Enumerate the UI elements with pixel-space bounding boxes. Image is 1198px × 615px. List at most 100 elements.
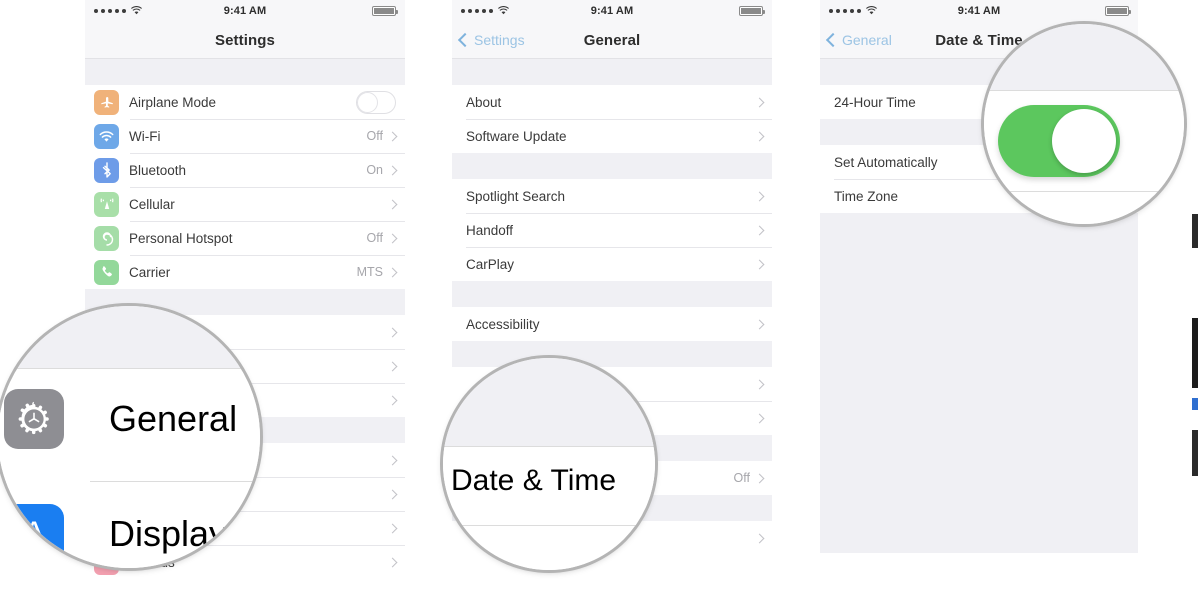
- bluetooth-icon: [94, 157, 119, 183]
- chevron-right-icon: [754, 379, 765, 389]
- gear-icon: [4, 389, 64, 449]
- adjacent-window-edge: [1192, 0, 1198, 615]
- chevron-right-icon: [387, 199, 398, 209]
- back-button-label: General: [842, 32, 892, 48]
- chevron-right-icon: [754, 259, 765, 269]
- row-label: Accessibility: [466, 316, 540, 332]
- chevron-right-icon: [387, 557, 398, 567]
- row-bluetooth[interactable]: Bluetooth On: [85, 153, 405, 187]
- row-label: Cellular: [129, 196, 175, 212]
- list-group-gap: [820, 213, 1138, 553]
- status-bar-time: 9:41 AM: [223, 5, 267, 17]
- chevron-right-icon: [387, 267, 398, 277]
- display-icon-glyph: A: [22, 514, 46, 553]
- chevron-right-icon: [754, 533, 765, 543]
- row-label: Time Zone: [834, 188, 899, 204]
- chevron-right-icon: [754, 191, 765, 201]
- wifi-icon: [94, 123, 119, 149]
- chevron-right-icon: [754, 473, 765, 483]
- row-label: Personal Hotspot: [129, 230, 233, 246]
- row-carplay[interactable]: CarPlay: [452, 247, 772, 281]
- chevron-right-icon: [387, 455, 398, 465]
- chevron-right-icon: [387, 233, 398, 243]
- status-bar-time: 9:41 AM: [957, 5, 1001, 17]
- row-value: Off: [733, 471, 750, 485]
- row-label: About: [466, 94, 502, 110]
- row-label: Wi-Fi: [129, 128, 161, 144]
- row-carrier[interactable]: Carrier MTS: [85, 255, 405, 289]
- nav-bar: Settings General: [452, 22, 772, 59]
- row-label: CarPlay: [466, 256, 515, 272]
- chevron-right-icon: [387, 165, 398, 175]
- phone-icon: [94, 259, 119, 285]
- row-value: Off: [366, 231, 383, 245]
- screenshot-stage: 9:41 AM Settings Airplane Mode Wi-Fi Off: [0, 0, 1198, 615]
- general-group-spotlight: Spotlight Search Handoff CarPlay: [452, 179, 772, 281]
- row-label: Airplane Mode: [129, 94, 217, 110]
- back-button-settings[interactable]: Settings: [452, 32, 525, 48]
- row-cellular[interactable]: Cellular: [85, 187, 405, 221]
- row-label: Handoff: [466, 222, 514, 238]
- row-value: MTS: [356, 265, 383, 279]
- magnifier-item-label-display: Display: [109, 513, 228, 554]
- chevron-right-icon: [387, 361, 398, 371]
- chevron-right-icon: [754, 225, 765, 235]
- row-label: Set Automatically: [834, 154, 938, 170]
- list-group-gap: [452, 59, 772, 85]
- airplane-mode-toggle[interactable]: [356, 90, 396, 114]
- row-label: 24-Hour Time: [834, 94, 916, 110]
- row-value: On: [366, 163, 383, 177]
- row-handoff[interactable]: Handoff: [452, 213, 772, 247]
- battery-icon: [739, 6, 765, 16]
- chevron-right-icon: [387, 131, 398, 141]
- chevron-right-icon: [387, 489, 398, 499]
- list-group-gap: [85, 59, 405, 85]
- nav-bar: Settings: [85, 22, 405, 59]
- magnifier-item-label-date-time: Date & Time: [451, 464, 617, 497]
- chevron-right-icon: [387, 395, 398, 405]
- general-group-accessibility: Accessibility: [452, 307, 772, 341]
- row-about[interactable]: About: [452, 85, 772, 119]
- row-accessibility[interactable]: Accessibility: [452, 307, 772, 341]
- row-software-update[interactable]: Software Update: [452, 119, 772, 153]
- display-icon: A: [4, 504, 64, 564]
- cellular-icon: [94, 191, 119, 217]
- chevron-right-icon: [387, 327, 398, 337]
- settings-group-connectivity: Airplane Mode Wi-Fi Off Bluetooth On Cel…: [85, 85, 405, 289]
- toggle-knob: [1052, 109, 1116, 173]
- row-value: Off: [366, 129, 383, 143]
- status-bar: 9:41 AM: [452, 0, 772, 22]
- chevron-right-icon: [387, 523, 398, 533]
- row-airplane-mode[interactable]: Airplane Mode: [85, 85, 405, 119]
- back-button-general[interactable]: General: [820, 32, 892, 48]
- status-bar-time: 9:41 AM: [590, 5, 634, 17]
- chevron-right-icon: [754, 319, 765, 329]
- row-label: Software Update: [466, 128, 567, 144]
- chevron-left-icon: [825, 32, 841, 48]
- chevron-right-icon: [754, 97, 765, 107]
- row-personal-hotspot[interactable]: Personal Hotspot Off: [85, 221, 405, 255]
- battery-icon: [372, 6, 398, 16]
- set-automatically-toggle[interactable]: [998, 105, 1120, 177]
- row-spotlight-search[interactable]: Spotlight Search: [452, 179, 772, 213]
- status-bar: 9:41 AM: [820, 0, 1138, 22]
- back-button-label: Settings: [474, 32, 525, 48]
- list-group-gap: [452, 281, 772, 307]
- page-title: Settings: [215, 31, 275, 49]
- chevron-left-icon: [457, 32, 473, 48]
- status-bar: 9:41 AM: [85, 0, 405, 22]
- general-group-about: About Software Update: [452, 85, 772, 153]
- magnifier-general: General A Display: [0, 306, 260, 568]
- hotspot-icon: [94, 225, 119, 251]
- magnifier-item-label-general: General: [109, 398, 238, 439]
- airplane-icon: [94, 89, 119, 115]
- chevron-right-icon: [754, 413, 765, 423]
- chevron-right-icon: [754, 131, 765, 141]
- row-label: Carrier: [129, 264, 171, 280]
- row-wifi[interactable]: Wi-Fi Off: [85, 119, 405, 153]
- magnifier-date-time: Date & Time: [443, 358, 655, 570]
- list-group-gap: [452, 153, 772, 179]
- magnifier-set-automatically-toggle: [984, 24, 1184, 224]
- battery-icon: [1105, 6, 1131, 16]
- row-label: Bluetooth: [129, 162, 187, 178]
